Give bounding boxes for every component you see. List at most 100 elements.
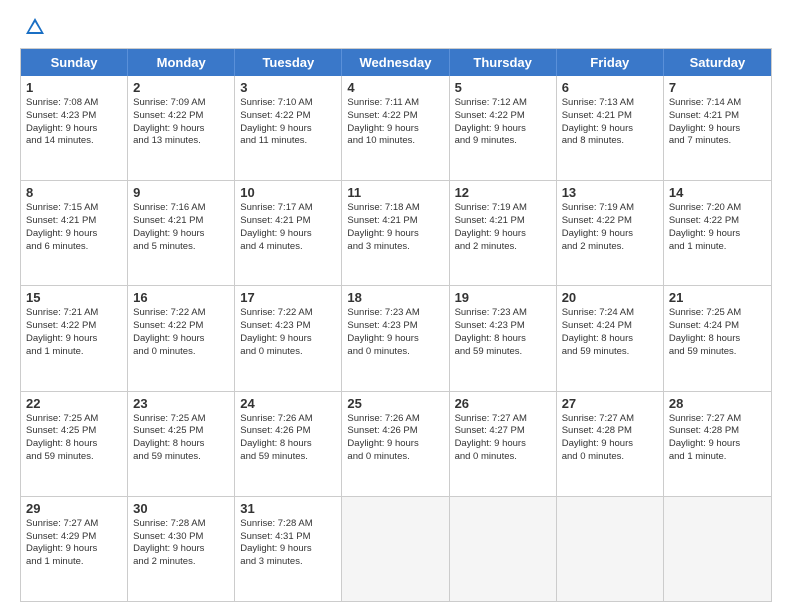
cell-info: Sunrise: 7:09 AMSunset: 4:22 PMDaylight:… xyxy=(133,97,229,148)
calendar-cell-22: 22 Sunrise: 7:25 AMSunset: 4:25 PMDayligh… xyxy=(21,392,128,496)
day-number: 25 xyxy=(347,396,443,411)
day-number: 12 xyxy=(455,185,551,200)
calendar-cell-13: 13Sunrise: 7:19 AMSunset: 4:22 PMDayligh… xyxy=(557,181,664,285)
calendar-row-4: 29 Sunrise: 7:27 AMSunset: 4:29 PMDayligh… xyxy=(21,496,771,601)
calendar-cell-7: 7 Sunrise: 7:14 AMSunset: 4:21 PMDaylight… xyxy=(664,76,771,180)
calendar-cell-23: 23 Sunrise: 7:25 AMSunset: 4:25 PMDayligh… xyxy=(128,392,235,496)
cell-info: Sunrise: 7:11 AMSunset: 4:22 PMDaylight:… xyxy=(347,97,443,148)
page: SundayMondayTuesdayWednesdayThursdayFrid… xyxy=(0,0,792,612)
calendar-cell-empty-4-6 xyxy=(664,497,771,601)
calendar-cell-15: 15 Sunrise: 7:21 AMSunset: 4:22 PMDayligh… xyxy=(21,286,128,390)
calendar-body: 1 Sunrise: 7:08 AMSunset: 4:23 PMDaylight… xyxy=(21,76,771,601)
calendar-row-3: 22 Sunrise: 7:25 AMSunset: 4:25 PMDayligh… xyxy=(21,391,771,496)
cell-info: Sunrise: 7:25 AMSunset: 4:25 PMDaylight:… xyxy=(133,413,229,464)
header-day-saturday: Saturday xyxy=(664,49,771,76)
day-number: 15 xyxy=(26,290,122,305)
calendar-cell-1: 1 Sunrise: 7:08 AMSunset: 4:23 PMDaylight… xyxy=(21,76,128,180)
day-number: 27 xyxy=(562,396,658,411)
cell-info: Sunrise: 7:26 AMSunset: 4:26 PMDaylight:… xyxy=(347,413,443,464)
cell-info: Sunrise: 7:27 AMSunset: 4:28 PMDaylight:… xyxy=(669,413,766,464)
header xyxy=(20,16,772,38)
cell-info: Sunrise: 7:28 AMSunset: 4:30 PMDaylight:… xyxy=(133,518,229,569)
cell-info: Sunrise: 7:28 AMSunset: 4:31 PMDaylight:… xyxy=(240,518,336,569)
calendar-cell-2: 2Sunrise: 7:09 AMSunset: 4:22 PMDaylight… xyxy=(128,76,235,180)
day-number: 3 xyxy=(240,80,336,95)
calendar-header: SundayMondayTuesdayWednesdayThursdayFrid… xyxy=(21,49,771,76)
header-day-tuesday: Tuesday xyxy=(235,49,342,76)
day-number: 19 xyxy=(455,290,551,305)
day-number: 8 xyxy=(26,185,122,200)
calendar-cell-3: 3 Sunrise: 7:10 AMSunset: 4:22 PMDaylight… xyxy=(235,76,342,180)
calendar-cell-empty-4-3 xyxy=(342,497,449,601)
cell-info: Sunrise: 7:20 AMSunset: 4:22 PMDaylight:… xyxy=(669,202,766,253)
calendar-cell-18: 18 Sunrise: 7:23 AMSunset: 4:23 PMDayligh… xyxy=(342,286,449,390)
calendar-cell-14: 14Sunrise: 7:20 AMSunset: 4:22 PMDayligh… xyxy=(664,181,771,285)
calendar-cell-24: 24 Sunrise: 7:26 AMSunset: 4:26 PMDayligh… xyxy=(235,392,342,496)
calendar-cell-26: 26 Sunrise: 7:27 AMSunset: 4:27 PMDayligh… xyxy=(450,392,557,496)
cell-info: Sunrise: 7:14 AMSunset: 4:21 PMDaylight:… xyxy=(669,97,766,148)
cell-info: Sunrise: 7:12 AMSunset: 4:22 PMDaylight:… xyxy=(455,97,551,148)
day-number: 9 xyxy=(133,185,229,200)
calendar-row-1: 8 Sunrise: 7:15 AMSunset: 4:21 PMDaylight… xyxy=(21,180,771,285)
day-number: 30 xyxy=(133,501,229,516)
cell-info: Sunrise: 7:18 AMSunset: 4:21 PMDaylight:… xyxy=(347,202,443,253)
cell-info: Sunrise: 7:19 AMSunset: 4:21 PMDaylight:… xyxy=(455,202,551,253)
calendar-cell-21: 21 Sunrise: 7:25 AMSunset: 4:24 PMDayligh… xyxy=(664,286,771,390)
cell-info: Sunrise: 7:27 AMSunset: 4:27 PMDaylight:… xyxy=(455,413,551,464)
calendar-cell-6: 6Sunrise: 7:13 AMSunset: 4:21 PMDaylight… xyxy=(557,76,664,180)
day-number: 1 xyxy=(26,80,122,95)
day-number: 22 xyxy=(26,396,122,411)
day-number: 18 xyxy=(347,290,443,305)
calendar-row-2: 15 Sunrise: 7:21 AMSunset: 4:22 PMDayligh… xyxy=(21,285,771,390)
logo xyxy=(20,16,46,38)
calendar-cell-28: 28 Sunrise: 7:27 AMSunset: 4:28 PMDayligh… xyxy=(664,392,771,496)
cell-info: Sunrise: 7:19 AMSunset: 4:22 PMDaylight:… xyxy=(562,202,658,253)
day-number: 7 xyxy=(669,80,766,95)
day-number: 29 xyxy=(26,501,122,516)
calendar: SundayMondayTuesdayWednesdayThursdayFrid… xyxy=(20,48,772,602)
day-number: 20 xyxy=(562,290,658,305)
calendar-cell-10: 10 Sunrise: 7:17 AMSunset: 4:21 PMDayligh… xyxy=(235,181,342,285)
cell-info: Sunrise: 7:08 AMSunset: 4:23 PMDaylight:… xyxy=(26,97,122,148)
calendar-cell-4: 4Sunrise: 7:11 AMSunset: 4:22 PMDaylight… xyxy=(342,76,449,180)
calendar-cell-19: 19Sunrise: 7:23 AMSunset: 4:23 PMDayligh… xyxy=(450,286,557,390)
calendar-cell-31: 31 Sunrise: 7:28 AMSunset: 4:31 PMDayligh… xyxy=(235,497,342,601)
logo-icon xyxy=(24,16,46,38)
day-number: 10 xyxy=(240,185,336,200)
day-number: 21 xyxy=(669,290,766,305)
calendar-cell-11: 11 Sunrise: 7:18 AMSunset: 4:21 PMDayligh… xyxy=(342,181,449,285)
cell-info: Sunrise: 7:10 AMSunset: 4:22 PMDaylight:… xyxy=(240,97,336,148)
header-day-monday: Monday xyxy=(128,49,235,76)
cell-info: Sunrise: 7:24 AMSunset: 4:24 PMDaylight:… xyxy=(562,307,658,358)
day-number: 26 xyxy=(455,396,551,411)
calendar-cell-27: 27Sunrise: 7:27 AMSunset: 4:28 PMDayligh… xyxy=(557,392,664,496)
calendar-cell-empty-4-5 xyxy=(557,497,664,601)
cell-info: Sunrise: 7:21 AMSunset: 4:22 PMDaylight:… xyxy=(26,307,122,358)
day-number: 5 xyxy=(455,80,551,95)
calendar-cell-30: 30 Sunrise: 7:28 AMSunset: 4:30 PMDayligh… xyxy=(128,497,235,601)
calendar-cell-12: 12 Sunrise: 7:19 AMSunset: 4:21 PMDayligh… xyxy=(450,181,557,285)
calendar-cell-5: 5 Sunrise: 7:12 AMSunset: 4:22 PMDaylight… xyxy=(450,76,557,180)
calendar-cell-20: 20 Sunrise: 7:24 AMSunset: 4:24 PMDayligh… xyxy=(557,286,664,390)
header-day-wednesday: Wednesday xyxy=(342,49,449,76)
cell-info: Sunrise: 7:25 AMSunset: 4:25 PMDaylight:… xyxy=(26,413,122,464)
day-number: 31 xyxy=(240,501,336,516)
day-number: 17 xyxy=(240,290,336,305)
calendar-cell-empty-4-4 xyxy=(450,497,557,601)
cell-info: Sunrise: 7:25 AMSunset: 4:24 PMDaylight:… xyxy=(669,307,766,358)
calendar-row-0: 1 Sunrise: 7:08 AMSunset: 4:23 PMDaylight… xyxy=(21,76,771,180)
cell-info: Sunrise: 7:26 AMSunset: 4:26 PMDaylight:… xyxy=(240,413,336,464)
calendar-cell-9: 9 Sunrise: 7:16 AMSunset: 4:21 PMDaylight… xyxy=(128,181,235,285)
cell-info: Sunrise: 7:17 AMSunset: 4:21 PMDaylight:… xyxy=(240,202,336,253)
cell-info: Sunrise: 7:16 AMSunset: 4:21 PMDaylight:… xyxy=(133,202,229,253)
day-number: 28 xyxy=(669,396,766,411)
calendar-cell-29: 29 Sunrise: 7:27 AMSunset: 4:29 PMDayligh… xyxy=(21,497,128,601)
cell-info: Sunrise: 7:27 AMSunset: 4:29 PMDaylight:… xyxy=(26,518,122,569)
day-number: 6 xyxy=(562,80,658,95)
cell-info: Sunrise: 7:15 AMSunset: 4:21 PMDaylight:… xyxy=(26,202,122,253)
header-day-sunday: Sunday xyxy=(21,49,128,76)
cell-info: Sunrise: 7:23 AMSunset: 4:23 PMDaylight:… xyxy=(347,307,443,358)
day-number: 11 xyxy=(347,185,443,200)
day-number: 24 xyxy=(240,396,336,411)
day-number: 23 xyxy=(133,396,229,411)
